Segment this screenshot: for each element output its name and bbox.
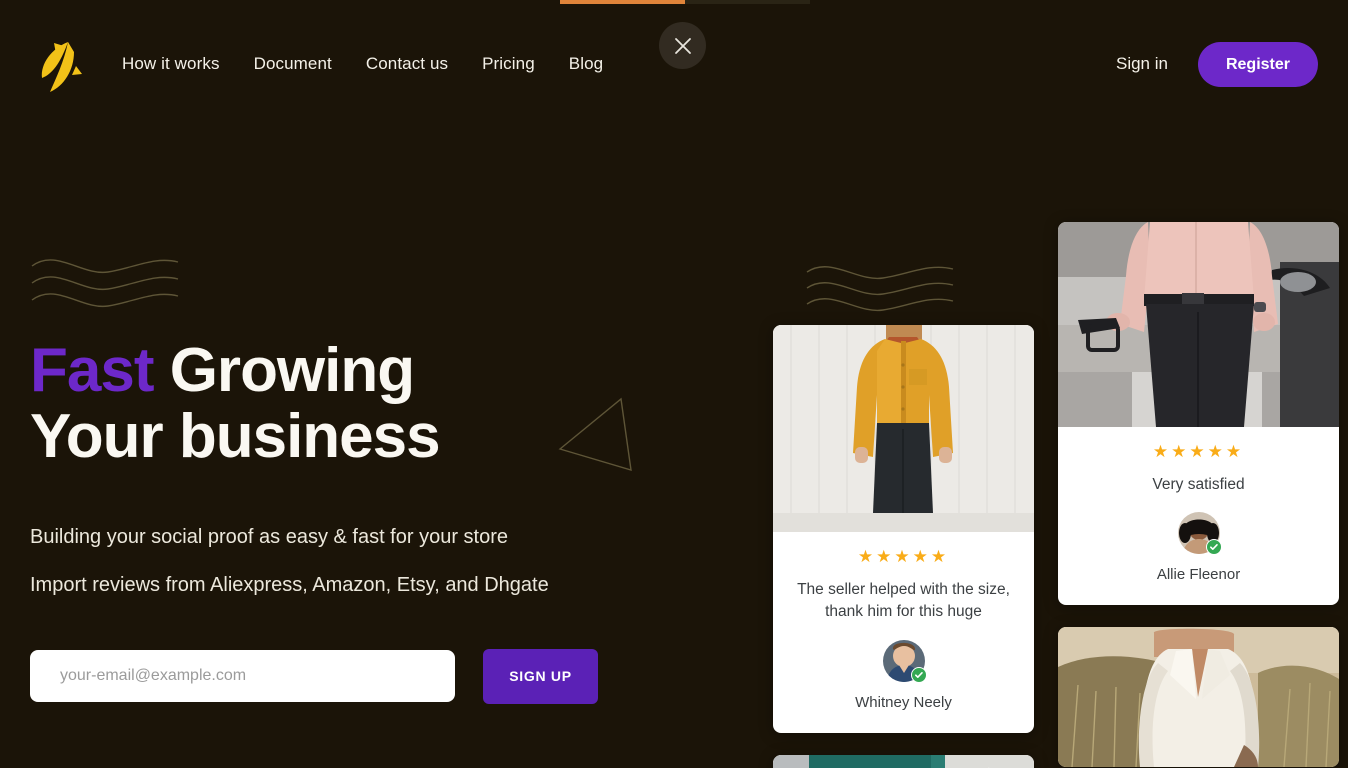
landing-page: How it works Document Contact us Pricing… bbox=[0, 0, 1348, 768]
page-title-rest: Growing bbox=[153, 336, 415, 405]
reviewer-name: Whitney Neely bbox=[855, 693, 952, 711]
review-product-photo-partial bbox=[773, 754, 1034, 768]
brand-logo[interactable] bbox=[30, 34, 88, 96]
header-actions: Sign in Register bbox=[1116, 41, 1318, 87]
page-title-line2: Your business bbox=[30, 402, 441, 472]
nav-item-blog[interactable]: Blog bbox=[569, 54, 603, 74]
signup-form: SIGN UP bbox=[30, 648, 730, 704]
nav-item-document[interactable]: Document bbox=[254, 54, 332, 74]
main-navigation: How it works Document Contact us Pricing… bbox=[122, 54, 603, 74]
close-icon[interactable] bbox=[659, 22, 706, 69]
wave-lines-icon-mid bbox=[806, 266, 954, 312]
email-input[interactable] bbox=[30, 650, 455, 703]
review-card-partial[interactable] bbox=[773, 754, 1034, 768]
review-product-photo bbox=[773, 325, 1034, 532]
verified-badge-icon bbox=[910, 666, 927, 683]
review-column-right: ★★★★★ Very satisfied Allie Fleenor bbox=[1058, 222, 1339, 768]
nav-item-pricing[interactable]: Pricing bbox=[482, 54, 535, 74]
avatar bbox=[882, 639, 927, 683]
register-button[interactable]: Register bbox=[1197, 41, 1318, 87]
review-product-photo-partial bbox=[1058, 627, 1339, 768]
nav-item-contact-us[interactable]: Contact us bbox=[366, 54, 448, 74]
review-column-middle: ★★★★★ The seller helped with the size, t… bbox=[773, 325, 1034, 768]
hero-subtitle: Building your social proof as easy & fas… bbox=[30, 525, 730, 597]
review-text: The seller helped with the size, thank h… bbox=[797, 581, 1010, 621]
review-card[interactable]: ★★★★★ The seller helped with the size, t… bbox=[773, 325, 1034, 733]
reviewer-name: Allie Fleenor bbox=[1156, 566, 1241, 584]
sign-up-button[interactable]: SIGN UP bbox=[483, 648, 598, 704]
triangle-outline-icon bbox=[558, 397, 632, 471]
star-rating: ★★★★★ bbox=[857, 547, 950, 566]
review-text: Very satisfied bbox=[1152, 476, 1245, 493]
avatar bbox=[1177, 512, 1222, 556]
page-title-accent: Fast bbox=[30, 336, 154, 405]
review-product-photo bbox=[1058, 222, 1339, 427]
wave-lines-icon bbox=[31, 259, 179, 308]
hero-section: Fast Growing Your business Building your… bbox=[30, 250, 730, 704]
review-card-partial[interactable] bbox=[1058, 627, 1339, 768]
verified-badge-icon bbox=[1205, 539, 1222, 556]
hero-subtitle-line1: Building your social proof as easy & fas… bbox=[30, 525, 509, 548]
review-card-body: ★★★★★ Very satisfied Allie Fleenor bbox=[1058, 427, 1339, 605]
star-rating: ★★★★★ bbox=[1152, 442, 1245, 461]
nav-item-how-it-works[interactable]: How it works bbox=[122, 54, 220, 74]
sign-in-link[interactable]: Sign in bbox=[1116, 54, 1168, 74]
hero-subtitle-line2: Import reviews from Aliexpress, Amazon, … bbox=[30, 573, 549, 596]
review-card-body: ★★★★★ The seller helped with the size, t… bbox=[773, 532, 1034, 733]
review-card[interactable]: ★★★★★ Very satisfied Allie Fleenor bbox=[1058, 222, 1339, 606]
